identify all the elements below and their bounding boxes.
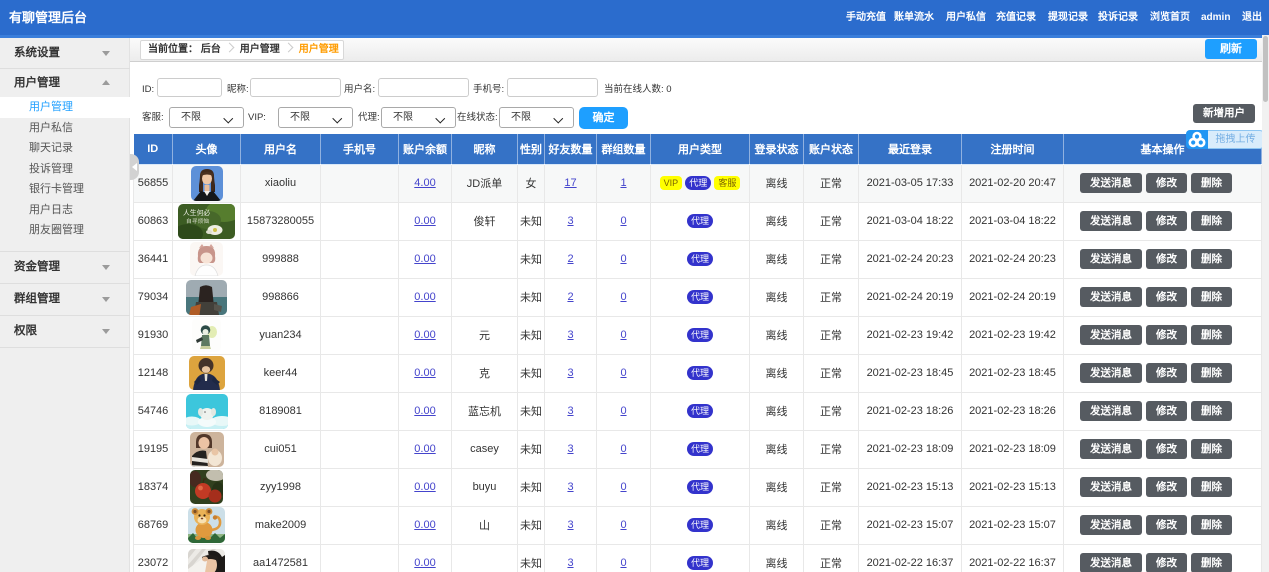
svg-text:自寻烦恼: 自寻烦恼 xyxy=(186,217,209,225)
svg-text:人生何必: 人生何必 xyxy=(183,208,210,217)
